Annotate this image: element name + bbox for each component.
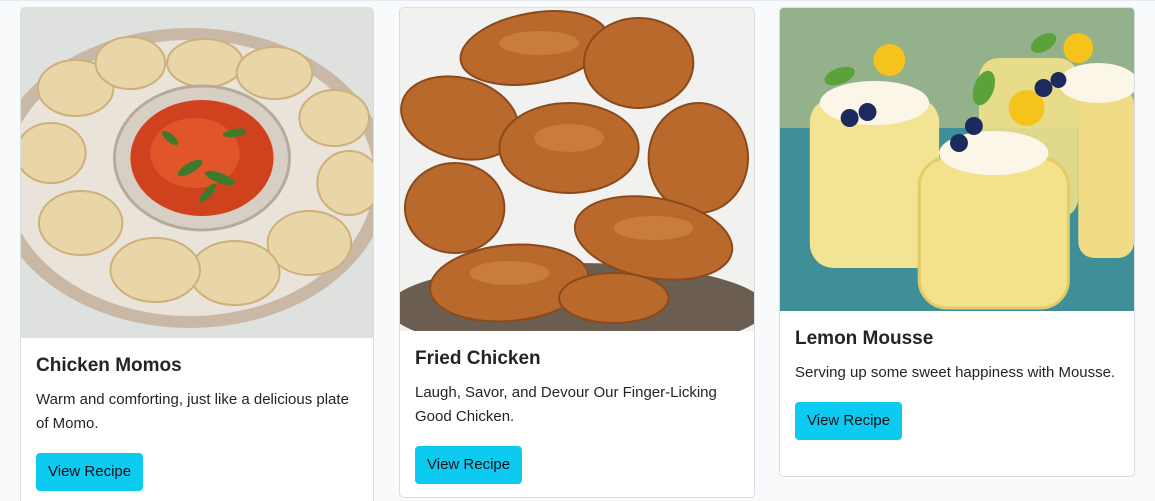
recipe-image-chicken-momos — [21, 8, 373, 338]
recipe-description: Warm and comforting, just like a delicio… — [36, 391, 349, 432]
recipe-card-body: Fried Chicken Laugh, Savor, and Devour O… — [400, 331, 754, 484]
recipe-card-chicken-momos: Chicken Momos Warm and comforting, just … — [20, 7, 374, 501]
recipe-card-grid: Chicken Momos Warm and comforting, just … — [0, 0, 1155, 501]
recipe-title: Chicken Momos — [36, 355, 182, 376]
recipe-card-lemon-mousse: Lemon Mousse Serving up some sweet happi… — [779, 7, 1135, 477]
view-recipe-button-lemon-mousse[interactable]: View Recipe — [795, 402, 903, 440]
recipe-description: Serving up some sweet happiness with Mou… — [795, 364, 1116, 381]
recipe-description: Laugh, Savor, and Devour Our Finger-Lick… — [415, 384, 717, 425]
recipe-title: Lemon Mousse — [795, 328, 934, 349]
fried-chicken-image — [400, 8, 754, 331]
momos-image — [21, 8, 373, 338]
recipe-image-fried-chicken — [400, 8, 754, 331]
recipe-image-lemon-mousse — [780, 8, 1134, 311]
view-recipe-button-chicken-momos[interactable]: View Recipe — [36, 453, 144, 491]
lemon-mousse-image — [780, 8, 1134, 311]
recipe-card-body: Lemon Mousse Serving up some sweet happi… — [780, 311, 1134, 440]
view-recipe-button-fried-chicken[interactable]: View Recipe — [415, 446, 523, 484]
recipe-card-body: Chicken Momos Warm and comforting, just … — [21, 338, 373, 491]
recipe-title: Fried Chicken — [415, 348, 541, 369]
recipe-card-fried-chicken: Fried Chicken Laugh, Savor, and Devour O… — [399, 7, 755, 498]
